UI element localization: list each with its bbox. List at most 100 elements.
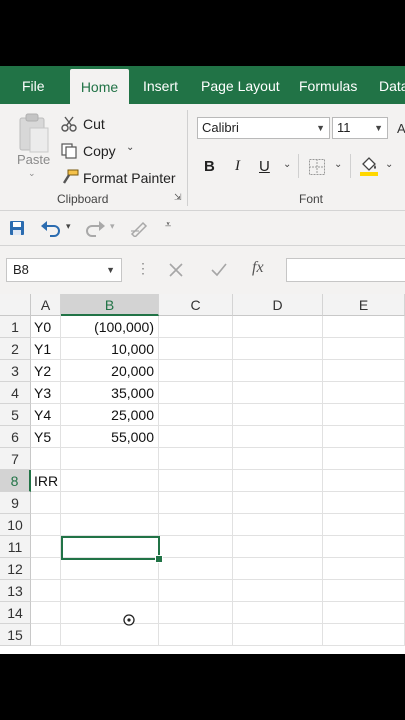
font-name-combo[interactable]: Calibri ▼ <box>197 117 330 139</box>
cell-c2[interactable] <box>159 338 233 360</box>
bold-button[interactable]: B <box>204 158 215 175</box>
cell-e5[interactable] <box>323 404 405 426</box>
cell-a9[interactable] <box>31 492 61 514</box>
row-header-3[interactable]: 3 <box>0 360 31 382</box>
row-header-10[interactable]: 10 <box>0 514 31 536</box>
cell-b4[interactable]: 35,000 <box>61 382 159 404</box>
cell-d3[interactable] <box>233 360 323 382</box>
cell-a13[interactable] <box>31 580 61 602</box>
cell-c4[interactable] <box>159 382 233 404</box>
row-header-15[interactable]: 15 <box>0 624 31 646</box>
cell-d12[interactable] <box>233 558 323 580</box>
cell-d1[interactable] <box>233 316 323 338</box>
column-header-c[interactable]: C <box>159 294 233 316</box>
row-header-7[interactable]: 7 <box>0 448 31 470</box>
cell-b9[interactable] <box>61 492 159 514</box>
cell-a2[interactable]: Y1 <box>31 338 61 360</box>
select-all-corner[interactable] <box>0 294 31 316</box>
cancel-icon[interactable] <box>168 262 184 283</box>
redo-icon[interactable] <box>84 219 106 242</box>
row-header-1[interactable]: 1 <box>0 316 31 338</box>
cell-d5[interactable] <box>233 404 323 426</box>
fill-handle[interactable] <box>155 555 163 563</box>
cell-c10[interactable] <box>159 514 233 536</box>
cell-c15[interactable] <box>159 624 233 646</box>
row-header-14[interactable]: 14 <box>0 602 31 624</box>
row-header-13[interactable]: 13 <box>0 580 31 602</box>
column-header-a[interactable]: A <box>31 294 61 316</box>
cell-b15[interactable] <box>61 624 159 646</box>
enter-icon[interactable] <box>210 262 228 283</box>
cell-e11[interactable] <box>323 536 405 558</box>
cell-b5[interactable]: 25,000 <box>61 404 159 426</box>
cell-b2[interactable]: 10,000 <box>61 338 159 360</box>
cell-d10[interactable] <box>233 514 323 536</box>
row-header-9[interactable]: 9 <box>0 492 31 514</box>
cell-d6[interactable] <box>233 426 323 448</box>
underline-chevron-icon[interactable]: ⌄ <box>283 159 291 170</box>
cell-e8[interactable] <box>323 470 405 492</box>
italic-button[interactable]: I <box>235 158 240 175</box>
paste-chevron-icon[interactable]: ⌄ <box>28 168 36 179</box>
cell-b7[interactable] <box>61 448 159 470</box>
cell-b10[interactable] <box>61 514 159 536</box>
cell-a5[interactable]: Y4 <box>31 404 61 426</box>
cell-e1[interactable] <box>323 316 405 338</box>
cell-c14[interactable] <box>159 602 233 624</box>
cell-c12[interactable] <box>159 558 233 580</box>
format-painter-icon[interactable] <box>60 169 80 192</box>
cell-b8[interactable] <box>61 470 159 492</box>
fill-color-chevron-icon[interactable]: ⌄ <box>385 159 393 170</box>
cell-a4[interactable]: Y3 <box>31 382 61 404</box>
row-header-11[interactable]: 11 <box>0 536 31 558</box>
row-header-4[interactable]: 4 <box>0 382 31 404</box>
cell-a15[interactable] <box>31 624 61 646</box>
undo-chevron-icon[interactable]: ▾ <box>66 221 71 232</box>
cell-d7[interactable] <box>233 448 323 470</box>
worksheet-grid[interactable]: ABCDE 1 2 3 4 5 6 7 8 9 10 11 12 13 14 15 Y0 (100,000) Y… <box>0 294 405 654</box>
cell-a3[interactable]: Y2 <box>31 360 61 382</box>
row-header-5[interactable]: 5 <box>0 404 31 426</box>
cell-a8[interactable]: IRR <box>31 470 61 492</box>
save-icon[interactable] <box>9 220 25 241</box>
cell-c3[interactable] <box>159 360 233 382</box>
cell-b12[interactable] <box>61 558 159 580</box>
cell-b6[interactable]: 55,000 <box>61 426 159 448</box>
cut-button[interactable]: Cut <box>83 116 105 132</box>
customize-qat-icon[interactable]: ⩡ <box>165 219 171 232</box>
formula-input[interactable] <box>286 258 405 282</box>
cell-c7[interactable] <box>159 448 233 470</box>
row-header-2[interactable]: 2 <box>0 338 31 360</box>
cell-d13[interactable] <box>233 580 323 602</box>
redo-chevron-icon[interactable]: ▾ <box>110 221 115 232</box>
undo-icon[interactable] <box>40 219 62 242</box>
cell-e3[interactable] <box>323 360 405 382</box>
row-header-6[interactable]: 6 <box>0 426 31 448</box>
underline-button[interactable]: U <box>259 158 270 175</box>
clipboard-launcher-icon[interactable]: ⇲ <box>174 192 182 203</box>
cut-icon[interactable] <box>60 115 78 138</box>
cell-a14[interactable] <box>31 602 61 624</box>
cell-b14[interactable] <box>61 602 159 624</box>
tab-data[interactable]: Data <box>379 66 405 104</box>
cell-c5[interactable] <box>159 404 233 426</box>
tab-file[interactable]: File <box>22 66 45 104</box>
cell-c8[interactable] <box>159 470 233 492</box>
cell-a10[interactable] <box>31 514 61 536</box>
format-painter-button[interactable]: Format Painter <box>83 170 176 186</box>
cell-e9[interactable] <box>323 492 405 514</box>
cell-e7[interactable] <box>323 448 405 470</box>
cell-e10[interactable] <box>323 514 405 536</box>
cell-c11[interactable] <box>159 536 233 558</box>
cell-d2[interactable] <box>233 338 323 360</box>
cell-d11[interactable] <box>233 536 323 558</box>
cell-d9[interactable] <box>233 492 323 514</box>
insert-function-button[interactable]: fx <box>252 259 264 277</box>
tab-insert[interactable]: Insert <box>143 66 178 104</box>
cell-d8[interactable] <box>233 470 323 492</box>
increase-font-icon[interactable]: A <box>397 120 405 141</box>
column-header-d[interactable]: D <box>233 294 323 316</box>
cell-c6[interactable] <box>159 426 233 448</box>
column-header-b[interactable]: B <box>61 294 159 316</box>
cell-d14[interactable] <box>233 602 323 624</box>
